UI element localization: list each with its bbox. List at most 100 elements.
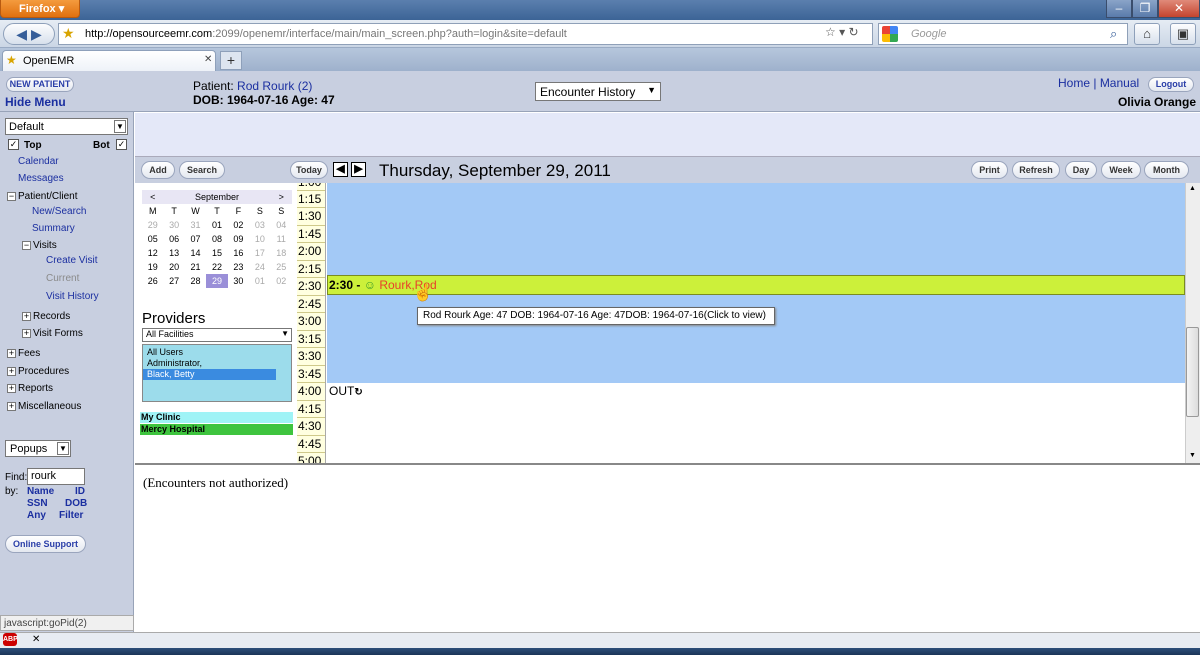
popups-select[interactable]: Popups ▼: [5, 440, 71, 457]
mini-day[interactable]: 04: [271, 218, 292, 232]
close-tab-icon[interactable]: ✕: [204, 54, 212, 65]
close-addon-bar-icon[interactable]: ✕: [32, 634, 40, 645]
nav-reports[interactable]: Reports: [18, 383, 53, 394]
scroll-down-icon[interactable]: ▼: [1189, 452, 1196, 459]
search-by-id-link[interactable]: ID: [75, 486, 85, 497]
mini-next-month[interactable]: >: [270, 190, 292, 204]
collapse-icon[interactable]: −: [7, 192, 16, 201]
add-button[interactable]: Add: [141, 161, 175, 179]
search-button[interactable]: Search: [179, 161, 225, 179]
week-view-button[interactable]: Week: [1101, 161, 1141, 179]
mini-day[interactable]: 24: [249, 260, 270, 274]
time-slot[interactable]: 1:45: [297, 225, 325, 243]
mini-day[interactable]: 06: [163, 232, 184, 246]
nav-messages[interactable]: Messages: [18, 173, 64, 184]
facility-select[interactable]: All Facilities ▼: [142, 328, 292, 342]
mini-prev-month[interactable]: <: [142, 190, 164, 204]
new-tab-button[interactable]: +: [220, 51, 242, 70]
nav-miscellaneous[interactable]: Miscellaneous: [18, 401, 81, 412]
nav-fees[interactable]: Fees: [18, 348, 40, 359]
bookmarks-icon[interactable]: ▣: [1170, 23, 1196, 45]
nav-visits[interactable]: Visits: [33, 240, 57, 251]
mini-day[interactable]: 26: [142, 274, 163, 288]
time-slot[interactable]: 1:30: [297, 207, 325, 225]
mini-day[interactable]: 01: [249, 274, 270, 288]
mini-day[interactable]: 30: [163, 218, 184, 232]
nav-visit-forms[interactable]: Visit Forms: [33, 328, 83, 339]
url-bar[interactable]: http://opensourceemr.com:2099/openemr/in…: [58, 23, 873, 45]
back-forward-buttons[interactable]: ◀ ▶: [3, 23, 55, 45]
time-slot[interactable]: 4:00: [297, 382, 325, 400]
collapse-icon[interactable]: −: [22, 241, 31, 250]
mini-day[interactable]: 19: [142, 260, 163, 274]
mini-day[interactable]: 02: [271, 274, 292, 288]
search-filter-link[interactable]: Filter: [59, 510, 83, 521]
time-slot[interactable]: 5:00: [297, 452, 325, 463]
manual-link[interactable]: Manual: [1100, 76, 1139, 90]
mini-day[interactable]: 18: [271, 246, 292, 260]
provider-option[interactable]: Administrator,: [147, 358, 291, 369]
mini-day[interactable]: 09: [228, 232, 249, 246]
out-of-office-event[interactable]: OUT↻: [329, 384, 363, 398]
month-view-button[interactable]: Month: [1144, 161, 1189, 179]
mini-day[interactable]: 22: [206, 260, 227, 274]
mini-day[interactable]: 30: [228, 274, 249, 288]
bot-checkbox[interactable]: ✓: [116, 139, 127, 150]
hide-menu-link[interactable]: Hide Menu: [5, 95, 66, 109]
nav-records[interactable]: Records: [33, 311, 70, 322]
search-by-ssn-link[interactable]: SSN: [27, 498, 48, 509]
reload-icon[interactable]: ☆ ▾ ↻: [825, 25, 859, 39]
time-slot[interactable]: 4:30: [297, 417, 325, 435]
nav-patient-client[interactable]: Patient/Client: [18, 191, 77, 202]
mini-day[interactable]: 15: [206, 246, 227, 260]
time-slot[interactable]: 3:45: [297, 365, 325, 383]
mini-day[interactable]: 27: [163, 274, 184, 288]
search-any-link[interactable]: Any: [27, 510, 46, 521]
logout-button[interactable]: Logout: [1148, 77, 1194, 92]
mini-day-selected[interactable]: 29: [206, 274, 228, 288]
mini-day[interactable]: 01: [206, 218, 227, 232]
encounter-history-select[interactable]: Encounter History ▼: [535, 82, 661, 101]
home-link[interactable]: Home: [1058, 76, 1090, 90]
new-patient-button[interactable]: NEW PATIENT: [6, 77, 74, 92]
close-window-button[interactable]: ✕: [1158, 0, 1200, 18]
provider-list[interactable]: All Users Administrator, Black, Betty: [142, 344, 292, 402]
frame-select[interactable]: Default ▼: [5, 118, 128, 135]
firefox-menu-button[interactable]: Firefox ▾: [0, 0, 80, 18]
find-input[interactable]: rourk: [27, 468, 85, 485]
bookmark-star-icon[interactable]: ★: [62, 25, 75, 42]
scrollbar-thumb[interactable]: [1186, 327, 1199, 417]
mini-day[interactable]: 11: [271, 232, 292, 246]
time-slot[interactable]: 4:45: [297, 435, 325, 453]
nav-visit-history[interactable]: Visit History: [46, 291, 99, 302]
home-icon[interactable]: ⌂: [1134, 23, 1160, 45]
forward-icon[interactable]: ▶: [31, 26, 42, 42]
adblock-icon[interactable]: ABP: [3, 633, 18, 646]
mini-day[interactable]: 03: [249, 218, 270, 232]
time-slot[interactable]: 2:30: [297, 277, 325, 295]
time-slot[interactable]: 1:15: [297, 190, 325, 208]
refresh-button[interactable]: Refresh: [1012, 161, 1060, 179]
search-by-name-link[interactable]: Name: [27, 486, 54, 497]
provider-option[interactable]: All Users: [147, 347, 291, 358]
back-icon[interactable]: ◀: [16, 26, 27, 42]
mini-day[interactable]: 12: [142, 246, 163, 260]
nav-new-search[interactable]: New/Search: [32, 206, 86, 217]
search-icon[interactable]: ⌕: [1110, 26, 1117, 42]
mini-day[interactable]: 20: [163, 260, 184, 274]
top-checkbox[interactable]: ✓: [8, 139, 19, 150]
mini-day[interactable]: 07: [185, 232, 206, 246]
nav-calendar[interactable]: Calendar: [18, 156, 59, 167]
mini-day[interactable]: 13: [163, 246, 184, 260]
provider-option-selected[interactable]: Black, Betty: [143, 369, 276, 380]
expand-icon[interactable]: +: [7, 349, 16, 358]
nav-procedures[interactable]: Procedures: [18, 366, 69, 377]
print-button[interactable]: Print: [971, 161, 1008, 179]
patient-name-link[interactable]: Rod Rourk (2): [237, 79, 312, 93]
google-icon[interactable]: [882, 26, 898, 42]
mini-day[interactable]: 16: [228, 246, 249, 260]
maximize-button[interactable]: ❐: [1132, 0, 1158, 18]
time-slot[interactable]: 4:15: [297, 400, 325, 418]
minimize-button[interactable]: –: [1106, 0, 1132, 18]
mini-day[interactable]: 29: [142, 218, 163, 232]
